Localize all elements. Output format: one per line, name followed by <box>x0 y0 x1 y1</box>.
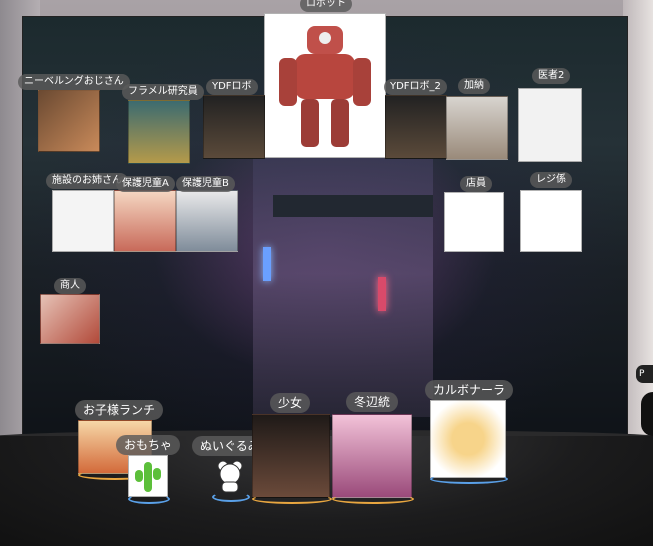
cashier-label: レジ係 <box>530 172 572 188</box>
ydf-robo2-avatar-card[interactable] <box>385 95 447 159</box>
girl-label: 少女 <box>270 393 311 413</box>
kids-lunch-label: お子様ランチ <box>75 400 164 420</box>
carbonara-base <box>430 474 508 484</box>
clerk-label: 店員 <box>460 176 492 192</box>
carbonara-prop-card[interactable] <box>430 400 506 478</box>
girl-prop-card[interactable] <box>252 414 330 498</box>
merchant-label: 商人 <box>54 278 86 294</box>
facility-sister-avatar-card[interactable] <box>52 190 114 252</box>
toy-prop-card[interactable] <box>128 455 168 497</box>
plush-base <box>212 492 250 502</box>
kano-avatar-card[interactable] <box>446 96 508 160</box>
fuyube-label: 冬辺統 <box>346 392 399 412</box>
plush-prop-card[interactable] <box>214 458 246 494</box>
toy-label: おもちゃ <box>116 435 181 455</box>
toy-base <box>128 494 170 504</box>
fuyube-base <box>332 494 414 504</box>
nibelung-avatar-card[interactable] <box>38 90 100 152</box>
girl-base <box>252 494 332 504</box>
cactus-toy-icon <box>135 462 161 492</box>
child-b-label: 保護児童B <box>176 176 235 192</box>
child-b-avatar-card[interactable] <box>176 190 238 252</box>
cashier-avatar-card[interactable] <box>520 190 582 252</box>
neon-sign <box>378 277 386 311</box>
nibelung-label: ニーベルングおじさん <box>18 74 130 90</box>
ydf-robo-label: YDFロボ <box>206 79 258 95</box>
doctor2-avatar-card[interactable] <box>518 88 582 162</box>
child-a-avatar-card[interactable] <box>114 190 176 252</box>
flamel-label: フラメル研究員 <box>122 84 204 100</box>
bear-plush-icon <box>217 460 243 493</box>
carbonara-label: カルボナーラ <box>425 380 514 400</box>
side-panel-badge[interactable]: P <box>636 365 653 383</box>
ydf-robo-avatar-card[interactable] <box>203 95 265 159</box>
neon-sign <box>263 247 271 281</box>
clerk-avatar-card[interactable] <box>444 192 504 252</box>
side-panel-handle[interactable] <box>641 392 653 436</box>
robot-icon <box>279 26 371 147</box>
fuyube-prop-card[interactable] <box>332 414 412 498</box>
child-a-label: 保護児童A <box>116 176 175 192</box>
alley-bridge <box>273 195 433 217</box>
merchant-avatar-card[interactable] <box>40 294 100 344</box>
doctor2-label: 医者2 <box>532 68 571 84</box>
robot-avatar-card[interactable] <box>264 13 386 158</box>
robot-label: ロボット <box>300 0 352 12</box>
kano-label: 加納 <box>458 78 490 94</box>
ydf-robo2-label: YDFロボ_2 <box>384 79 447 95</box>
flamel-avatar-card[interactable] <box>128 100 190 164</box>
